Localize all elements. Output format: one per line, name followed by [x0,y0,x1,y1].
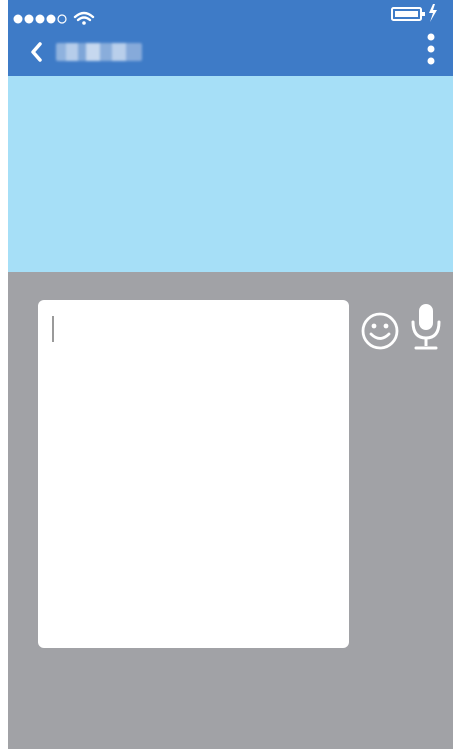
back-button[interactable] [28,38,56,66]
smiley-icon [361,312,399,350]
microphone-icon [411,304,441,350]
contact-name [56,43,142,61]
wifi-icon [73,11,95,25]
message-area [8,76,453,272]
signal-strength-icon [13,11,95,25]
message-input[interactable] [38,300,349,648]
phone-screen [8,0,453,749]
chevron-left-icon [31,42,42,62]
lightning-icon [429,4,437,22]
more-options-button[interactable] [423,30,439,70]
emoji-button[interactable] [360,311,400,351]
battery-icon [391,4,437,22]
microphone-button[interactable] [408,302,444,352]
more-vertical-icon [427,33,435,65]
app-header [8,0,453,76]
